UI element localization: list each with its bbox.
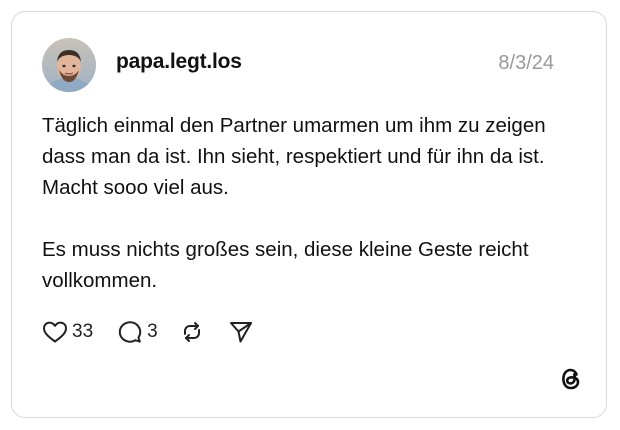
post-paragraph: Es muss nichts großes sein, diese kleine… <box>42 238 529 292</box>
post-text: Täglich einmal den Partner umarmen um ih… <box>42 110 562 296</box>
repost-button[interactable] <box>180 320 204 344</box>
action-bar: 33 3 <box>42 318 254 346</box>
username[interactable]: papa.legt.los <box>116 50 242 74</box>
avatar[interactable] <box>42 38 96 92</box>
share-button[interactable] <box>228 320 254 344</box>
avatar-photo <box>42 38 96 92</box>
send-icon <box>229 322 252 343</box>
threads-logo-icon <box>562 368 580 390</box>
reply-count: 3 <box>147 321 158 342</box>
heart-icon <box>43 321 67 343</box>
like-count: 33 <box>72 321 94 342</box>
post-card: papa.legt.los 8/3/24 Täglich einmal den … <box>11 11 607 418</box>
reply-button[interactable]: 3 <box>117 320 158 344</box>
post-paragraph: Täglich einmal den Partner umarmen um ih… <box>42 114 546 199</box>
like-button[interactable]: 33 <box>42 320 93 344</box>
threads-logo <box>557 365 585 393</box>
comment-icon <box>118 321 142 343</box>
repost-icon <box>183 322 200 342</box>
post-date: 8/3/24 <box>498 52 554 74</box>
